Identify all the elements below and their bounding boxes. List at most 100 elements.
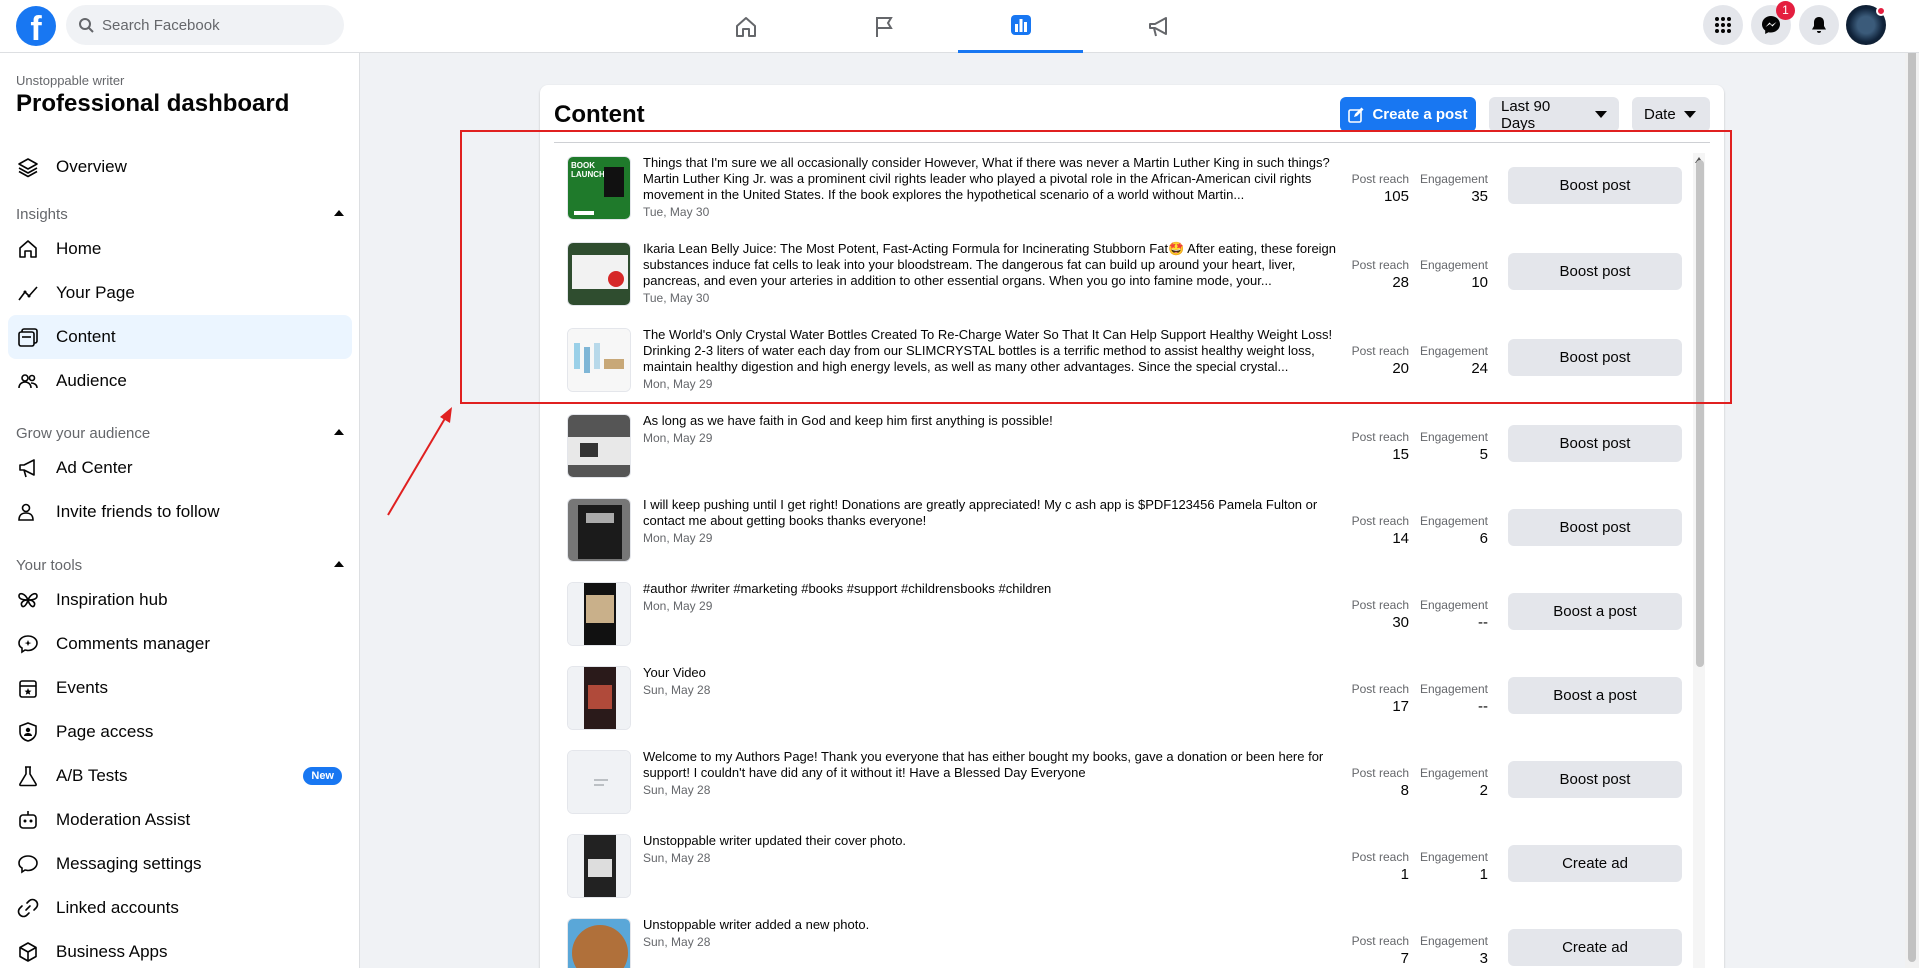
post-thumbnail[interactable]: [567, 328, 631, 392]
sort-dropdown[interactable]: Date: [1632, 97, 1710, 132]
post-reach-label: Post reach: [1351, 682, 1409, 696]
post-row[interactable]: As long as we have faith in God and keep…: [567, 413, 1682, 498]
engagement-label: Engagement: [1419, 172, 1488, 186]
nav-home-tab[interactable]: [683, 0, 808, 53]
chevron-up-icon[interactable]: [332, 206, 346, 224]
post-thumbnail[interactable]: [567, 918, 631, 968]
sidebar-item-invite-friends[interactable]: Invite friends to follow: [8, 490, 352, 534]
post-action-button[interactable]: Create ad: [1508, 845, 1682, 882]
page-scrollbar-thumb[interactable]: [1908, 2, 1916, 962]
sidebar-item-events[interactable]: Events: [8, 666, 352, 710]
megaphone-icon: [1148, 16, 1167, 36]
facebook-logo-icon[interactable]: f: [16, 6, 56, 46]
post-row[interactable]: Unstoppable writer added a new photo. Sun…: [567, 917, 1682, 968]
post-action-button[interactable]: Boost post: [1508, 761, 1682, 798]
post-thumbnail[interactable]: [567, 750, 631, 814]
cube-icon: [16, 940, 40, 964]
post-row[interactable]: #author #writer #marketing #books #suppo…: [567, 581, 1682, 666]
create-post-button[interactable]: Create a post: [1340, 97, 1476, 132]
sidebar-item-inspiration-hub[interactable]: Inspiration hub: [8, 578, 352, 622]
post-thumbnail[interactable]: [567, 834, 631, 898]
nav-pages-tab[interactable]: [821, 0, 946, 53]
post-reach-value: 7: [1400, 950, 1409, 967]
post-text[interactable]: Unstoppable writer updated their cover p…: [643, 833, 1343, 849]
post-date: Mon, May 29: [643, 599, 713, 613]
post-text[interactable]: Ikaria Lean Belly Juice: The Most Potent…: [643, 241, 1343, 289]
section-label: Insights: [16, 206, 68, 223]
post-text[interactable]: Things that I'm sure we all occasionally…: [643, 155, 1343, 203]
messenger-icon: [1762, 16, 1780, 34]
content-scrollbar-thumb[interactable]: [1696, 160, 1704, 667]
profile-avatar[interactable]: [1846, 5, 1886, 45]
post-row[interactable]: I will keep pushing until I get right! D…: [567, 497, 1682, 582]
post-text[interactable]: As long as we have faith in God and keep…: [643, 413, 1343, 429]
sidebar-item-linked-accounts[interactable]: Linked accounts: [8, 886, 352, 930]
post-action-button[interactable]: Boost post: [1508, 425, 1682, 462]
post-thumbnail[interactable]: [567, 242, 631, 306]
post-reach-value: 30: [1392, 614, 1409, 631]
chevron-up-icon[interactable]: [332, 557, 346, 575]
nav-ads-tab[interactable]: [1096, 0, 1221, 53]
section-grow-audience[interactable]: Grow your audience: [16, 425, 346, 442]
sidebar-item-comments-manager[interactable]: Comments manager: [8, 622, 352, 666]
post-thumbnail[interactable]: BOOK LAUNCH: [567, 156, 631, 220]
sidebar-item-content[interactable]: Content: [8, 315, 352, 359]
date-range-dropdown[interactable]: Last 90 Days: [1489, 97, 1619, 132]
notifications-button[interactable]: [1799, 5, 1839, 45]
post-row[interactable]: Welcome to my Authors Page! Thank you ev…: [567, 749, 1682, 834]
post-action-button[interactable]: Boost a post: [1508, 677, 1682, 714]
post-action-button[interactable]: Create ad: [1508, 929, 1682, 966]
post-row[interactable]: BOOK LAUNCH Things that I'm sure we all oc…: [567, 155, 1682, 240]
engagement-label: Engagement: [1419, 344, 1488, 358]
sidebar-item-audience[interactable]: Audience: [8, 359, 352, 403]
post-thumbnail[interactable]: [567, 666, 631, 730]
post-row[interactable]: Ikaria Lean Belly Juice: The Most Potent…: [567, 241, 1682, 326]
sidebar-item-label: A/B Tests: [56, 766, 128, 785]
engagement-value: 24: [1471, 360, 1488, 377]
post-text[interactable]: I will keep pushing until I get right! D…: [643, 497, 1343, 529]
post-reach-value: 8: [1400, 782, 1409, 799]
post-row[interactable]: Unstoppable writer updated their cover p…: [567, 833, 1682, 918]
messenger-button[interactable]: 1: [1751, 1, 1795, 45]
post-reach-value: 14: [1392, 530, 1409, 547]
sidebar-item-label: Invite friends to follow: [56, 502, 220, 521]
post-action-button[interactable]: Boost post: [1508, 339, 1682, 376]
section-your-tools[interactable]: Your tools: [16, 557, 346, 574]
calendar-icon: [16, 676, 40, 700]
sidebar-item-page-access[interactable]: Page access: [8, 710, 352, 754]
post-text[interactable]: Unstoppable writer added a new photo.: [643, 917, 1343, 933]
post-text[interactable]: Welcome to my Authors Page! Thank you ev…: [643, 749, 1343, 781]
sidebar-item-label: Home: [56, 239, 102, 258]
nav-dashboard-tab[interactable]: [958, 0, 1083, 53]
page-scrollbar[interactable]: [1905, 0, 1919, 968]
post-row[interactable]: The World's Only Crystal Water Bottles C…: [567, 327, 1682, 412]
post-row[interactable]: Your Video Sun, May 28 Post reach 17 Engagem…: [567, 665, 1682, 750]
sidebar-item-ad-center[interactable]: Ad Center: [8, 446, 352, 490]
post-reach-value: 1: [1400, 866, 1409, 883]
sidebar-item-business-apps[interactable]: Business Apps: [8, 930, 352, 968]
sidebar-item-moderation-assist[interactable]: Moderation Assist: [8, 798, 352, 842]
menu-button[interactable]: [1703, 5, 1743, 45]
post-action-button[interactable]: Boost post: [1508, 253, 1682, 290]
post-thumbnail[interactable]: [567, 414, 631, 478]
post-action-button[interactable]: Boost a post: [1508, 593, 1682, 630]
sidebar-item-home[interactable]: Home: [8, 227, 352, 271]
section-insights[interactable]: Insights: [16, 206, 346, 223]
post-text[interactable]: The World's Only Crystal Water Bottles C…: [643, 327, 1343, 375]
post-date: Sun, May 28: [643, 783, 711, 797]
chevron-up-icon[interactable]: [332, 425, 346, 443]
post-thumbnail[interactable]: [567, 498, 631, 562]
post-action-button[interactable]: Boost post: [1508, 167, 1682, 204]
search-box[interactable]: [66, 5, 344, 45]
sidebar-item-label: Your Page: [56, 283, 135, 302]
sidebar-item-messaging-settings[interactable]: Messaging settings: [8, 842, 352, 886]
post-text[interactable]: Your Video: [643, 665, 1343, 681]
sidebar-item-overview[interactable]: Overview: [8, 145, 352, 189]
sidebar-item-label: Inspiration hub: [56, 590, 168, 609]
sidebar-item-your-page[interactable]: Your Page: [8, 271, 352, 315]
post-thumbnail[interactable]: [567, 582, 631, 646]
post-text[interactable]: #author #writer #marketing #books #suppo…: [643, 581, 1343, 597]
post-action-button[interactable]: Boost post: [1508, 509, 1682, 546]
sidebar-item-ab-tests[interactable]: A/B Tests New: [8, 754, 352, 798]
search-input[interactable]: [102, 16, 322, 34]
